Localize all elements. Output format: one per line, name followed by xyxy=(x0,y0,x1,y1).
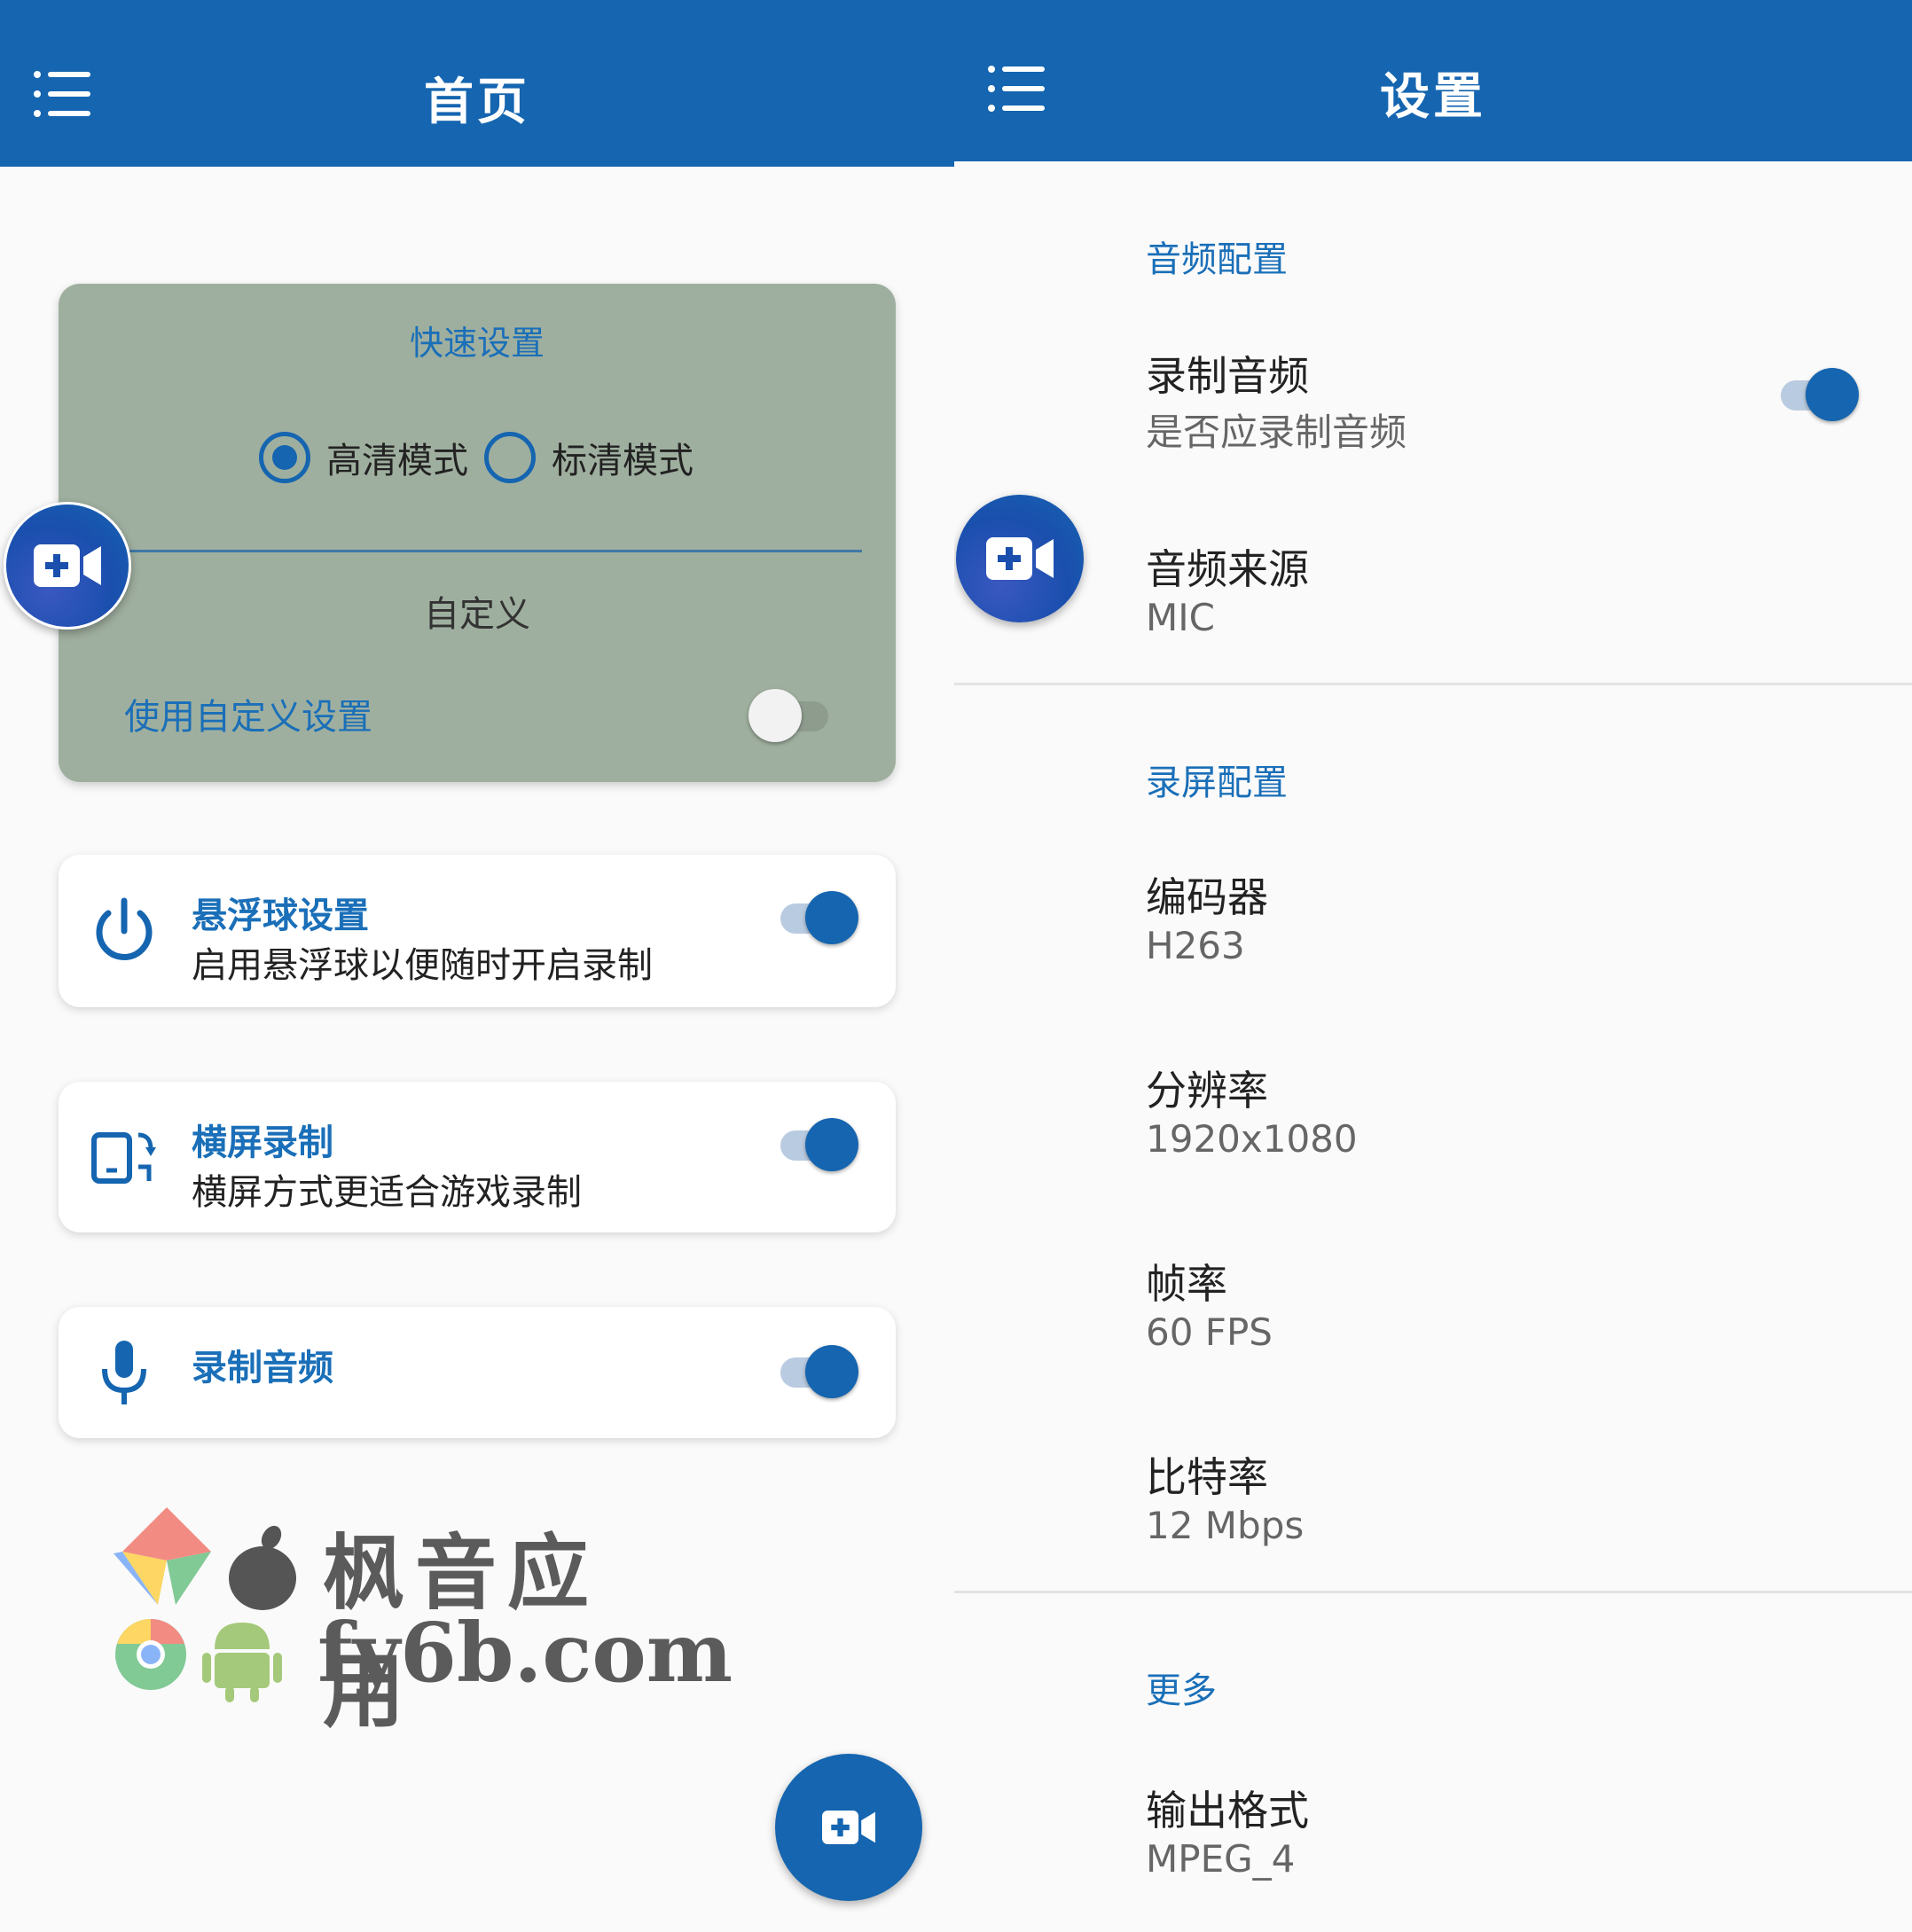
watermark-text-url: fy6b.com xyxy=(317,1605,733,1701)
sd-mode-radio[interactable] xyxy=(484,432,536,483)
menu-list-icon[interactable] xyxy=(988,64,1045,113)
landscape-recording-card[interactable]: 横屏录制 横屏方式更适合游戏录制 xyxy=(59,1082,896,1232)
divider xyxy=(129,550,862,552)
audio-source-setting-row[interactable] xyxy=(954,525,1912,658)
floating-ball-setting-card[interactable]: 悬浮球设置 启用悬浮球以便随时开启录制 xyxy=(59,855,896,1007)
home-app-bar: 首页 xyxy=(0,0,954,167)
record-audio-card[interactable]: 录制音频 xyxy=(59,1307,896,1438)
chrome-logo-icon xyxy=(115,1619,186,1690)
floating-record-ball[interactable] xyxy=(4,502,131,630)
record-audio-title: 录制音频 xyxy=(192,1348,333,1388)
framerate-title: 帧率 xyxy=(1146,1260,1227,1308)
apple-logo-icon xyxy=(229,1525,296,1610)
switch-thumb xyxy=(805,1118,858,1171)
home-screen: 首页 快速设置 高清模式 标清模式 自定义 使用自定义设置 悬浮球设置 启用悬浮… xyxy=(0,0,954,1932)
output-format-value: MPEG_4 xyxy=(1146,1837,1296,1881)
section-divider xyxy=(954,1591,1912,1593)
hd-mode-radio[interactable] xyxy=(259,432,310,483)
android-logo-icon xyxy=(202,1623,282,1702)
resolution-setting-row[interactable] xyxy=(954,1046,1912,1179)
section-divider xyxy=(954,683,1912,685)
audio-source-title: 音频来源 xyxy=(1146,545,1309,593)
record-audio-setting-switch[interactable] xyxy=(1774,365,1859,422)
recording-config-header: 录屏配置 xyxy=(1146,763,1288,803)
encoder-value: H263 xyxy=(1146,924,1245,967)
resolution-title: 分辨率 xyxy=(1146,1067,1268,1115)
settings-screen: 设置 音频配置 录制音频 是否应录制音频 音频来源 MIC 录屏配置 编码器 H… xyxy=(954,0,1912,1932)
landscape-recording-title: 横屏录制 xyxy=(192,1122,333,1163)
sd-mode-label[interactable]: 标清模式 xyxy=(552,432,693,483)
output-format-title: 输出格式 xyxy=(1146,1787,1309,1834)
audio-source-value: MIC xyxy=(1146,596,1215,639)
quick-settings-card: 快速设置 高清模式 标清模式 自定义 使用自定义设置 xyxy=(59,284,896,782)
screen-rotation-icon xyxy=(91,1132,156,1184)
video-add-icon xyxy=(986,537,1054,580)
more-header: 更多 xyxy=(1146,1670,1217,1711)
use-custom-settings-switch[interactable] xyxy=(748,686,834,743)
resolution-value: 1920x1080 xyxy=(1146,1117,1358,1161)
microphone-icon xyxy=(102,1341,146,1404)
floating-ball-switch[interactable] xyxy=(773,888,858,945)
power-icon xyxy=(96,897,153,960)
quick-settings-title: 快速设置 xyxy=(409,324,545,363)
landscape-recording-switch[interactable] xyxy=(773,1115,858,1172)
switch-thumb xyxy=(1806,368,1859,421)
switch-thumb xyxy=(805,1345,858,1398)
windows-logo-icon xyxy=(114,1507,211,1605)
page-title: 设置 xyxy=(1380,68,1486,126)
framerate-setting-row[interactable] xyxy=(954,1240,1912,1373)
output-format-setting-row[interactable] xyxy=(954,1766,1912,1899)
settings-app-bar: 设置 xyxy=(954,0,1912,161)
framerate-value: 60 FPS xyxy=(1146,1310,1273,1354)
switch-thumb xyxy=(748,689,802,742)
video-add-icon xyxy=(822,1811,875,1844)
record-audio-setting-summary: 是否应录制音频 xyxy=(1146,411,1407,454)
floating-record-ball[interactable] xyxy=(956,495,1084,622)
custom-section-label: 自定义 xyxy=(424,594,530,635)
floating-ball-subtitle: 启用悬浮球以便随时开启录制 xyxy=(192,945,653,986)
video-add-icon xyxy=(34,544,101,587)
bitrate-value: 12 Mbps xyxy=(1146,1504,1305,1547)
record-audio-setting-title: 录制音频 xyxy=(1146,352,1309,400)
start-recording-fab[interactable] xyxy=(775,1754,922,1901)
bitrate-title: 比特率 xyxy=(1146,1453,1268,1501)
hd-mode-label[interactable]: 高清模式 xyxy=(326,432,468,483)
use-custom-settings-label: 使用自定义设置 xyxy=(124,697,372,738)
audio-config-header: 音频配置 xyxy=(1146,239,1288,280)
bitrate-setting-row[interactable] xyxy=(954,1433,1912,1566)
encoder-setting-row[interactable] xyxy=(954,853,1912,986)
page-title: 首页 xyxy=(424,74,530,131)
watermark-logo: 枫音应用 fy6b.com xyxy=(114,1507,733,1739)
landscape-recording-subtitle: 横屏方式更适合游戏录制 xyxy=(192,1172,582,1213)
record-audio-switch[interactable] xyxy=(773,1342,858,1399)
switch-thumb xyxy=(805,891,858,944)
floating-ball-title: 悬浮球设置 xyxy=(192,896,369,936)
record-audio-setting-row[interactable] xyxy=(954,330,1912,463)
encoder-title: 编码器 xyxy=(1146,873,1268,921)
quality-radio-group: 高清模式 标清模式 xyxy=(259,429,709,486)
